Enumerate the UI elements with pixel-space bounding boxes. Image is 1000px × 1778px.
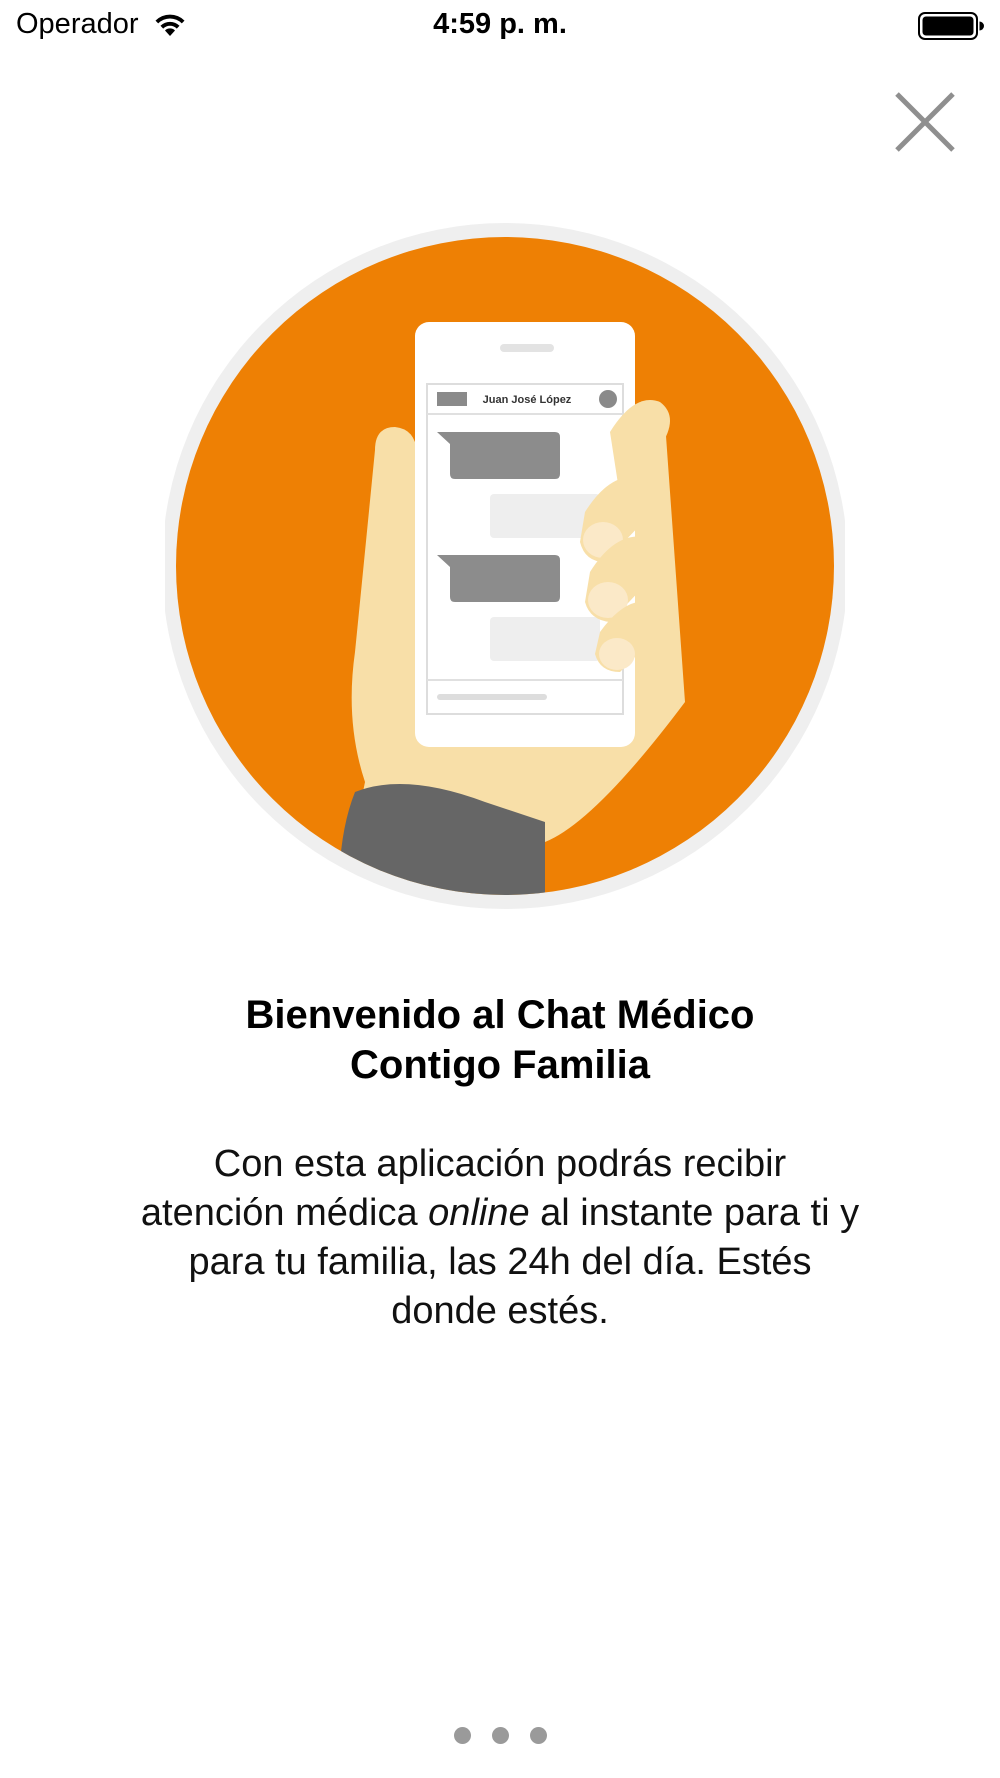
page-dot-1[interactable] — [453, 1727, 471, 1744]
close-button[interactable] — [893, 90, 957, 154]
welcome-description: Con esta aplicación podrás recibir atenc… — [70, 1140, 930, 1336]
incoming-bubble-2 — [437, 555, 560, 602]
battery-full-icon — [918, 12, 984, 40]
page-dot-2[interactable] — [491, 1727, 509, 1744]
status-bar: Operador 4:59 p. m. — [0, 0, 1000, 54]
welcome-title-line-1: Bienvenido al Chat Médico — [245, 993, 755, 1037]
description-line-4: donde estés. — [391, 1290, 609, 1332]
welcome-title: Bienvenido al Chat Médico Contigo Famili… — [100, 990, 900, 1090]
description-line-2-end: al instante para ti y — [529, 1192, 860, 1234]
hand-holding-phone-chat-illustration: Juan José López — [165, 223, 845, 909]
chat-avatar-icon — [599, 390, 617, 408]
incoming-bubble-1 — [437, 432, 560, 479]
description-emphasis-online: online — [428, 1192, 530, 1234]
phone-speaker — [500, 344, 554, 352]
description-line-1: Con esta aplicación podrás recibir — [213, 1143, 787, 1185]
page-dot-3[interactable] — [529, 1727, 547, 1744]
welcome-title-line-2: Contigo Familia — [350, 1043, 650, 1087]
page-indicator[interactable] — [0, 1727, 1000, 1744]
description-line-3: para tu familia, las 24h del día. Estés — [188, 1241, 812, 1283]
chat-input-bar — [437, 694, 547, 700]
chat-contact-name: Juan José López — [483, 394, 572, 406]
chat-back-icon — [437, 392, 467, 406]
close-icon — [895, 92, 955, 152]
status-time: 4:59 p. m. — [433, 8, 567, 40]
description-line-2-start: atención médica — [140, 1192, 429, 1234]
description-line-2: atención médica online al instante para … — [70, 1189, 930, 1238]
outgoing-bubble-2 — [490, 617, 600, 661]
